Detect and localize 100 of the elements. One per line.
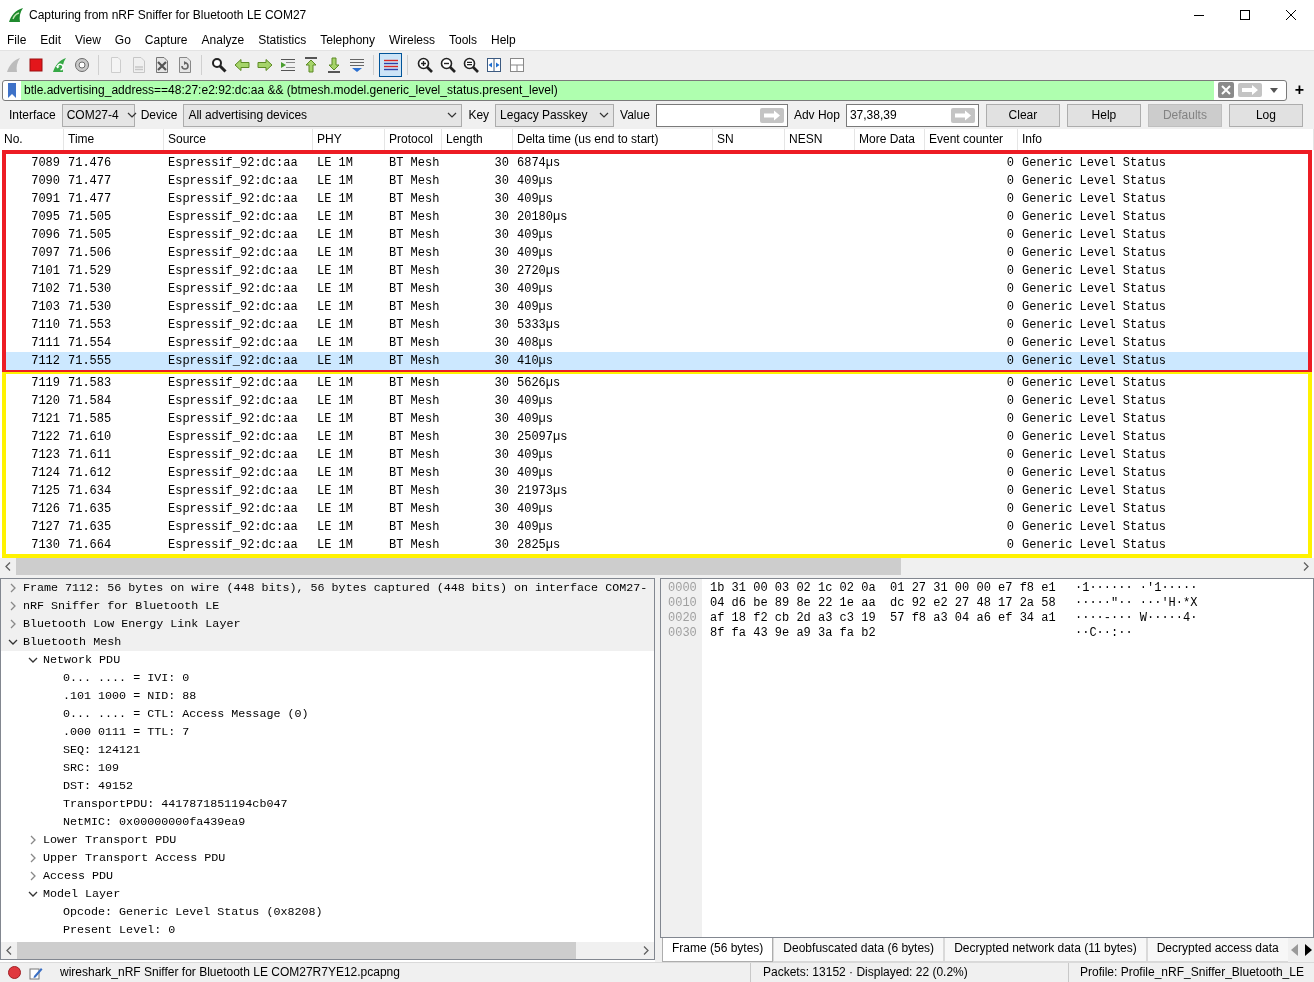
packet-row[interactable]: 7089 71.476 Espressif_92:dc:aa LE 1M BT Mesh 30 6874µs 0 Generic Level Status xyxy=(6,154,1308,172)
chevron-right-icon[interactable] xyxy=(8,601,18,611)
packet-row[interactable]: 7096 71.505 Espressif_92:dc:aa LE 1M BT Mesh 30 409µs 0 Generic Level Status xyxy=(6,226,1308,244)
tree-item[interactable]: Bluetooth Mesh xyxy=(23,633,122,651)
tree-item[interactable]: Model Layer xyxy=(43,885,121,903)
resize-columns-icon xyxy=(485,56,502,73)
packet-row[interactable]: 7123 71.611 Espressif_92:dc:aa LE 1M BT Mesh 30 409µs 0 Generic Level Status xyxy=(6,446,1308,464)
chevron-down-icon[interactable] xyxy=(28,889,38,899)
tree-item[interactable]: TransportPDU: 4417871851194cb047 xyxy=(63,795,288,813)
maximize-icon[interactable] xyxy=(1240,10,1250,20)
menu-item[interactable]: Statistics xyxy=(251,30,314,50)
tree-item[interactable]: NetMIC: 0x00000000fa439ea9 xyxy=(63,813,246,831)
combo-box[interactable]: All advertising devices xyxy=(183,103,463,127)
packet-row[interactable]: 7130 71.664 Espressif_92:dc:aa LE 1M BT Mesh 30 2825µs 0 Generic Level Status xyxy=(6,536,1308,554)
packet-row[interactable]: 7095 71.505 Espressif_92:dc:aa LE 1M BT Mesh 30 20180µs 0 Generic Level Status xyxy=(6,208,1308,226)
tab[interactable]: Frame (56 bytes) xyxy=(662,938,774,962)
menu-item[interactable]: View xyxy=(68,30,108,50)
tree-item[interactable]: 0... .... = IVI: 0 xyxy=(63,669,190,687)
menu-item[interactable]: Edit xyxy=(33,30,69,50)
menu-item[interactable]: File xyxy=(0,30,34,50)
table-cell-text: LE 1M xyxy=(316,411,354,428)
tree-item[interactable]: SEQ: 124121 xyxy=(63,741,141,759)
packet-row[interactable]: 7122 71.610 Espressif_92:dc:aa LE 1M BT Mesh 30 25097µs 0 Generic Level Status xyxy=(6,428,1308,446)
status-dot-icon[interactable] xyxy=(8,966,21,979)
column-header[interactable]: Info xyxy=(1018,129,1314,150)
packet-row[interactable]: 7112 71.555 Espressif_92:dc:aa LE 1M BT Mesh 30 410µs 0 Generic Level Status xyxy=(6,352,1308,370)
tree-item[interactable]: Network PDU xyxy=(43,651,121,669)
packet-row[interactable]: 7119 71.583 Espressif_92:dc:aa LE 1M BT Mesh 30 5626µs 0 Generic Level Status xyxy=(6,374,1308,392)
menu-item[interactable]: Wireless xyxy=(382,30,442,50)
table-cell-text: 30 xyxy=(493,501,510,518)
action-button[interactable]: Log xyxy=(1228,103,1303,127)
tree-item[interactable]: Access PDU xyxy=(43,867,114,885)
column-header[interactable]: NESN xyxy=(785,129,855,150)
action-button[interactable]: Clear xyxy=(985,103,1060,127)
table-cell-text: BT Mesh xyxy=(388,519,441,536)
packet-row[interactable]: 7110 71.553 Espressif_92:dc:aa LE 1M BT Mesh 30 5333µs 0 Generic Level Status xyxy=(6,316,1308,334)
tree-item[interactable]: 0... .... = CTL: Access Message (0) xyxy=(63,705,309,723)
table-cell-text: 30 xyxy=(493,429,510,446)
column-header[interactable]: No. xyxy=(0,129,64,150)
tree-item[interactable]: Lower Transport PDU xyxy=(43,831,177,849)
chevron-down-icon[interactable] xyxy=(8,637,18,647)
packet-row[interactable]: 7127 71.635 Espressif_92:dc:aa LE 1M BT Mesh 30 409µs 0 Generic Level Status xyxy=(6,518,1308,536)
chevron-right-icon[interactable] xyxy=(8,619,18,629)
tree-item[interactable]: Present Level: 0 xyxy=(63,921,176,939)
table-cell-text: 71.505 xyxy=(67,227,113,244)
menu-item[interactable]: Capture xyxy=(137,30,195,50)
table-cell-text: Generic Level Status xyxy=(1021,227,1168,244)
chevron-right-icon[interactable] xyxy=(8,583,18,593)
tree-item[interactable]: Upper Transport Access PDU xyxy=(43,849,226,867)
column-header[interactable]: Length xyxy=(442,129,513,150)
packet-row[interactable]: 7097 71.506 Espressif_92:dc:aa LE 1M BT Mesh 30 409µs 0 Generic Level Status xyxy=(6,244,1308,262)
column-header[interactable]: Time xyxy=(64,129,164,150)
menu-item[interactable]: Help xyxy=(484,30,523,50)
menu-item[interactable]: Go xyxy=(107,30,138,50)
close-icon[interactable] xyxy=(1286,10,1296,20)
packet-row[interactable]: 7124 71.612 Espressif_92:dc:aa LE 1M BT Mesh 30 409µs 0 Generic Level Status xyxy=(6,464,1308,482)
pencil-icon[interactable] xyxy=(29,965,43,980)
arrow-right-icon xyxy=(256,56,273,73)
packet-row[interactable]: 7091 71.477 Espressif_92:dc:aa LE 1M BT Mesh 30 409µs 0 Generic Level Status xyxy=(6,190,1308,208)
add-filter-control[interactable]: + xyxy=(1287,80,1312,100)
combo-box[interactable]: COM27-4 xyxy=(61,103,135,127)
table-cell-text: 0 xyxy=(1005,429,1015,446)
tab[interactable]: Decrypted network data (11 bytes) xyxy=(944,938,1147,962)
ascii-text: ·1······ ·'1····· xyxy=(1075,581,1198,596)
combo-box[interactable]: Legacy Passkey xyxy=(495,103,615,127)
menu-item[interactable]: Tools xyxy=(442,30,484,50)
column-header[interactable]: Event counter xyxy=(925,129,1018,150)
column-header[interactable]: SN xyxy=(713,129,785,150)
tab[interactable]: Decrypted access data xyxy=(1146,938,1288,962)
tree-item[interactable]: Opcode: Generic Level Status (0x8208) xyxy=(63,903,323,921)
packet-row[interactable]: 7121 71.585 Espressif_92:dc:aa LE 1M BT Mesh 30 409µs 0 Generic Level Status xyxy=(6,410,1308,428)
column-header[interactable]: Delta time (us end to start) xyxy=(513,129,713,150)
tree-item[interactable]: DST: 49152 xyxy=(63,777,134,795)
menu-item[interactable]: Telephony xyxy=(313,30,382,50)
action-button[interactable]: Help xyxy=(1066,103,1141,127)
column-header[interactable]: More Data xyxy=(855,129,925,150)
tab[interactable]: Deobfuscated data (6 bytes) xyxy=(773,938,945,962)
packet-row[interactable]: 7125 71.634 Espressif_92:dc:aa LE 1M BT Mesh 30 21973µs 0 Generic Level Status xyxy=(6,482,1308,500)
packet-row[interactable]: 7111 71.554 Espressif_92:dc:aa LE 1M BT Mesh 30 408µs 0 Generic Level Status xyxy=(6,334,1308,352)
column-header[interactable]: Protocol xyxy=(385,129,442,150)
tree-item[interactable]: SRC: 109 xyxy=(63,759,120,777)
tree-item[interactable]: .000 0111 = TTL: 7 xyxy=(63,723,190,741)
packet-row[interactable]: 7126 71.635 Espressif_92:dc:aa LE 1M BT Mesh 30 409µs 0 Generic Level Status xyxy=(6,500,1308,518)
packet-row[interactable]: 7120 71.584 Espressif_92:dc:aa LE 1M BT Mesh 30 409µs 0 Generic Level Status xyxy=(6,392,1308,410)
tree-item[interactable]: .101 1000 = NID: 88 xyxy=(63,687,197,705)
menu-item[interactable]: Analyze xyxy=(194,30,252,50)
chevron-right-icon[interactable] xyxy=(28,871,38,881)
chevron-right-icon[interactable] xyxy=(28,853,38,863)
colorize-button[interactable] xyxy=(379,52,402,77)
column-header[interactable]: Source xyxy=(164,129,313,150)
chevron-right-icon[interactable] xyxy=(28,835,38,845)
packet-row[interactable]: 7103 71.530 Espressif_92:dc:aa LE 1M BT Mesh 30 409µs 0 Generic Level Status xyxy=(6,298,1308,316)
scrollbar-thumb[interactable] xyxy=(16,558,901,575)
scrollbar-thumb[interactable] xyxy=(17,942,576,959)
packet-row[interactable]: 7101 71.529 Espressif_92:dc:aa LE 1M BT Mesh 30 2720µs 0 Generic Level Status xyxy=(6,262,1308,280)
packet-row[interactable]: 7102 71.530 Espressif_92:dc:aa LE 1M BT Mesh 30 409µs 0 Generic Level Status xyxy=(6,280,1308,298)
chevron-down-icon[interactable] xyxy=(28,655,38,665)
packet-row[interactable]: 7090 71.477 Espressif_92:dc:aa LE 1M BT Mesh 30 409µs 0 Generic Level Status xyxy=(6,172,1308,190)
scroll-right-icon[interactable] xyxy=(1303,944,1312,956)
column-header[interactable]: PHY xyxy=(313,129,385,150)
